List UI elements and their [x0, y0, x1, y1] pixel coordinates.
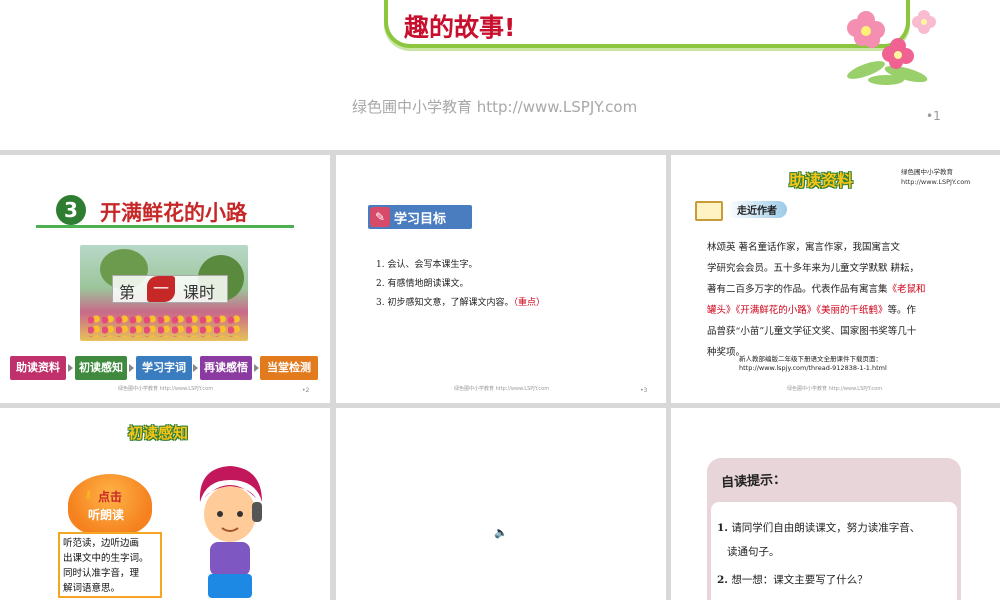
- child-with-headphones-illustration: [199, 466, 262, 598]
- tip-text: 请同学们自由朗读课文，努力读准字音、: [731, 522, 921, 534]
- slide-author[interactable]: 助读资料 绿色圃中小学教育 http://www.LSPJY.com 走近作者 …: [671, 155, 1000, 403]
- slide-audio[interactable]: 🔈: [336, 408, 666, 600]
- key-icon: ⚷: [84, 488, 93, 501]
- instruction-line: 同时认准字音，理: [63, 568, 140, 579]
- nav-arrow: [129, 364, 134, 372]
- instruction-box: 听范读，边听边画 出课文中的生字词。 同时认准字音，理 解词语意思。: [58, 532, 162, 598]
- tips-panel: 自读提示： 1. 请同学们自由朗读课文，努力读准字音、 读通句子。 2. 想一想…: [707, 458, 961, 600]
- period-label-left: 第: [119, 283, 136, 302]
- bio-line: 学研究会会员。五十多年来为儿童文学默默 耕耘，: [707, 263, 920, 274]
- nav-arrow: [193, 364, 198, 372]
- tips-body: 1. 请同学们自由朗读课文，努力读准字音、 读通句子。 2. 想一想：课文主要写…: [711, 502, 957, 600]
- lesson-title: 开满鲜花的小路: [100, 201, 247, 225]
- goal-item: 2. 有感情地朗读课文。: [376, 279, 469, 289]
- nav-button-quiz[interactable]: 当堂检测: [260, 356, 318, 380]
- tip-line: 2. 想一想：课文主要写了什么？: [717, 568, 953, 592]
- slide-1[interactable]: 趣的故事! 绿色圃中小学教育 http://www.LSPJY.com •1: [0, 0, 1000, 150]
- instruction-line: 出课文中的生字词。: [63, 553, 149, 564]
- download-label: 新人教部编版二年级下册语文全册课件下载页面：: [739, 355, 882, 363]
- tip-number: 1.: [717, 522, 728, 534]
- slide-learning-goals[interactable]: ✎ 学习目标 1. 会认、会写本课生字。 2. 有感情地朗读课文。 3. 初步感…: [336, 155, 666, 403]
- listen-button-line1: 点击: [98, 490, 123, 504]
- nav-arrow: [68, 364, 73, 372]
- footer-watermark: 绿色圃中小学教育 http://www.LSPJY.com: [787, 386, 883, 392]
- works-title: 罐头》《开满鲜花的小路》《美丽的千纸鹤》: [707, 305, 888, 316]
- section-title: 初读感知: [128, 424, 189, 442]
- speaker-icon[interactable]: 🔈: [494, 526, 508, 539]
- tip-number: 2.: [717, 574, 728, 586]
- page-number: •3: [640, 387, 648, 394]
- lesson-number-badge: 3: [56, 195, 86, 225]
- bio-text: 等。作: [887, 305, 917, 316]
- slide-first-reading[interactable]: 初读感知 ⚷ 点击 听朗读 听范读，边听边画 出课文中的生字词。 同时认准字音，…: [0, 408, 330, 600]
- nav-button-rereading[interactable]: 再读感悟: [200, 356, 252, 380]
- download-link[interactable]: http://www.lspjy.com/thread-912838-1-1.h…: [739, 364, 887, 372]
- watermark: 绿色圃中小学教育 http://www.LSPJY.com: [352, 98, 638, 116]
- bio-line: 品曾获“小苗”儿童文学征文奖、国家图书奖等几十: [707, 326, 917, 337]
- goals-header: ✎ 学习目标: [368, 205, 472, 229]
- tip-line: 1. 请同学们自由朗读课文，努力读准字音、: [717, 516, 953, 540]
- nav-button-reading-material[interactable]: 助读资料: [10, 356, 66, 380]
- section-title: 助读资料: [789, 171, 854, 190]
- nav-button-vocabulary[interactable]: 学习字词: [136, 356, 192, 380]
- footer-watermark: 绿色圃中小学教育 http://www.LSPJY.com: [118, 386, 214, 392]
- bio-line: 著有二百多万字的作品。代表作品有寓言集《老鼠和: [707, 279, 969, 300]
- listen-button-line2: 听朗读: [88, 508, 125, 522]
- goal-item: 3. 初步感知文意，了解课文内容。（重点）: [376, 295, 545, 308]
- page-number: •1: [926, 109, 941, 123]
- bio-text: 著有二百多万字的作品。代表作品有寓言集: [707, 284, 888, 295]
- slide-reading-tips[interactable]: 自读提示： 1. 请同学们自由朗读课文，努力读准字音、 读通句子。 2. 想一想…: [671, 408, 1000, 600]
- bio-line: 罐头》《开满鲜花的小路》《美丽的千纸鹤》等。作: [707, 300, 969, 321]
- nav-button-first-reading[interactable]: 初读感知: [75, 356, 127, 380]
- goal-highlight: （重点）: [513, 298, 545, 308]
- footer-watermark: 绿色圃中小学教育 http://www.LSPJY.com: [454, 386, 550, 392]
- corner-watermark: 绿色圃中小学教育 http://www.LSPJY.com: [901, 168, 971, 186]
- pencil-icon: ✎: [370, 207, 390, 227]
- instruction-line: 解词语意思。: [63, 583, 121, 594]
- listen-button[interactable]: ⚷ 点击 听朗读: [68, 474, 152, 536]
- period-box: 第 一 课时: [112, 275, 228, 303]
- tip-line: 读通句子。: [727, 546, 780, 558]
- bio-line: 林颂英 著名童话作家，寓言作家，我国寓言文: [707, 242, 901, 253]
- works-title: 《老鼠和: [887, 284, 926, 295]
- tip-item: 1. 请同学们自由朗读课文，努力读准字音、 读通句子。 2. 想一想：课文主要写…: [717, 516, 953, 592]
- tips-title: 自读提示：: [720, 472, 787, 491]
- banner-text: 趣的故事!: [404, 13, 516, 42]
- author-bio: 林颂英 著名童话作家，寓言作家，我国寓言文 学研究会会员。五十多年来为儿童文学默…: [707, 237, 969, 363]
- tip-text: 想一想：课文主要写了什么？: [731, 574, 868, 586]
- goal-item: 1. 会认、会写本课生字。: [376, 260, 478, 270]
- goal-item-text: 3. 初步感知文意，了解课文内容。: [376, 298, 514, 308]
- page-number: •2: [302, 387, 310, 394]
- slide-lesson-title[interactable]: 3 开满鲜花的小路 第 一 课时 助读资料 初读感知 学习字词 再读感悟 当堂检…: [0, 155, 330, 403]
- nav-arrow: [254, 364, 259, 372]
- period-label-right: 课时: [183, 283, 216, 302]
- period-number-leaf: 一: [147, 276, 175, 302]
- flower-decoration-icon: [847, 10, 936, 85]
- goals-heading: 学习目标: [394, 212, 447, 227]
- author-tag: 走近作者: [727, 201, 787, 218]
- instruction-line: 听范读，边听边画: [63, 538, 140, 549]
- book-icon: [695, 201, 723, 221]
